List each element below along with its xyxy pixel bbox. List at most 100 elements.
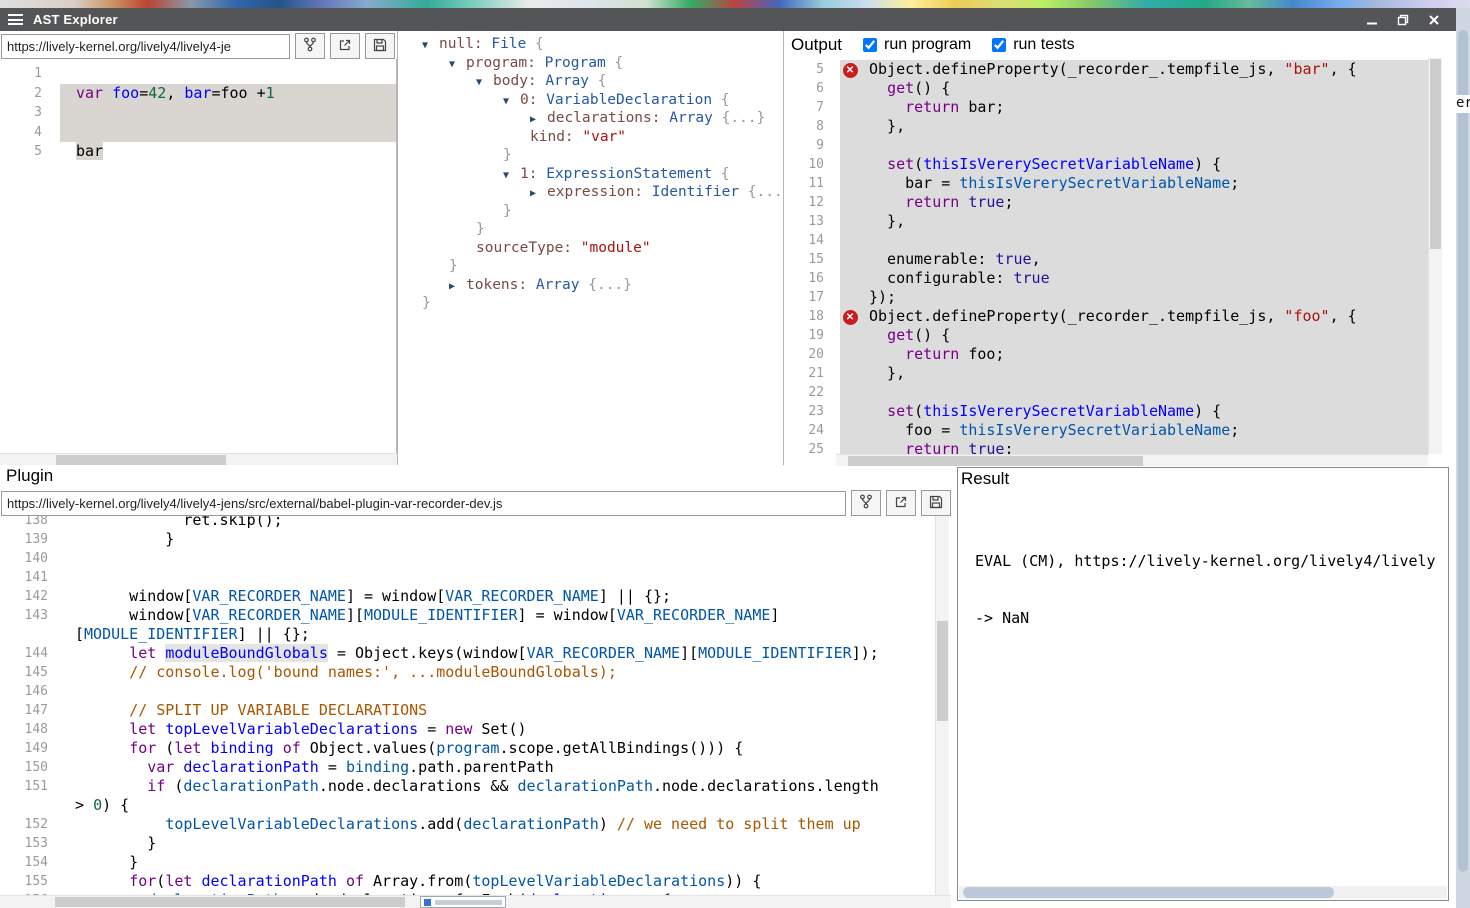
window-vertical-scrollbar[interactable] [1456, 8, 1470, 908]
code-line[interactable]: 3 [0, 103, 396, 123]
code-line[interactable]: > 0) { [0, 796, 935, 815]
scrollbar-thumb[interactable] [848, 456, 1143, 466]
error-icon[interactable]: ✕ [843, 310, 858, 325]
code-line[interactable]: 21 }, [784, 364, 1428, 383]
ast-node[interactable]: } [398, 220, 783, 239]
plugin-save-button[interactable] [921, 490, 951, 516]
code-line[interactable]: 13 }, [784, 212, 1428, 231]
plugin-editor[interactable]: 138 ret.skip();139 }140141142 window[VAR… [0, 516, 935, 895]
plugin-open-external-button[interactable] [886, 490, 916, 516]
source-url-input[interactable] [1, 34, 290, 59]
source-editor[interactable]: 12var foo=42, bar=foo +1345bar [0, 59, 397, 453]
scrollbar-thumb[interactable] [56, 455, 226, 465]
ast-tree-pane[interactable]: ▼null: File {▼program: Program {▼body: A… [397, 31, 784, 465]
ast-node[interactable]: ▶expression: Identifier {...} [398, 183, 783, 202]
code-line[interactable]: 149 for (let binding of Object.values(pr… [0, 739, 935, 758]
code-line[interactable]: 141 [0, 568, 935, 587]
code-line[interactable]: 8 }, [784, 117, 1428, 136]
ast-node[interactable]: } [398, 202, 783, 221]
code-line[interactable]: [MODULE_IDENTIFIER] || {}; [0, 625, 935, 644]
plugin-vertical-scrollbar[interactable] [935, 516, 949, 895]
ast-node[interactable]: ▶declarations: Array {...} [398, 109, 783, 128]
code-line[interactable]: 151 if (declarationPath.node.declaration… [0, 777, 935, 796]
menu-icon[interactable] [8, 14, 23, 25]
code-line[interactable]: 153 } [0, 834, 935, 853]
ast-node[interactable]: kind: "var" [398, 128, 783, 147]
code-line[interactable]: 11 bar = thisIsVererySecretVariableName; [784, 174, 1428, 193]
code-line[interactable]: 20 return foo; [784, 345, 1428, 364]
code-line[interactable]: 150 var declarationPath = binding.path.p… [0, 758, 935, 777]
code-line[interactable]: 148 let topLevelVariableDeclarations = n… [0, 720, 935, 739]
code-line[interactable]: 7 return bar; [784, 98, 1428, 117]
plugin-branch-button[interactable] [851, 490, 881, 516]
code-line[interactable]: 146 [0, 682, 935, 701]
code-line[interactable]: 139 } [0, 530, 935, 549]
code-line[interactable]: 17}); [784, 288, 1428, 307]
expand-arrow-icon[interactable]: ▶ [530, 111, 547, 130]
result-horizontal-scrollbar[interactable] [959, 886, 1447, 899]
output-horizontal-scrollbar[interactable] [836, 454, 1428, 466]
plugin-url-input[interactable] [1, 491, 846, 516]
code-line[interactable]: 147 // SPLIT UP VARIABLE DECLARATIONS [0, 701, 935, 720]
ast-node[interactable]: ▼body: Array { [398, 72, 783, 91]
ast-node[interactable]: ▼0: VariableDeclaration { [398, 91, 783, 110]
code-line[interactable]: 145 // console.log('bound names:', ...mo… [0, 663, 935, 682]
expand-arrow-icon[interactable]: ▶ [530, 185, 547, 204]
code-line[interactable]: 6 get() { [784, 79, 1428, 98]
code-line[interactable]: 152 topLevelVariableDeclarations.add(dec… [0, 815, 935, 834]
run-program-checkbox[interactable] [863, 38, 877, 52]
code-line[interactable]: 5✕Object.defineProperty(_recorder_.tempf… [784, 60, 1428, 79]
ast-node[interactable]: ▼null: File { [398, 35, 783, 54]
ast-node[interactable]: } [398, 294, 783, 313]
close-button[interactable] [1427, 14, 1441, 26]
run-tests-checkbox[interactable] [992, 38, 1006, 52]
scrollbar-thumb[interactable] [1430, 59, 1441, 249]
collapse-arrow-icon[interactable]: ▼ [422, 37, 439, 56]
code-line[interactable]: 2var foo=42, bar=foo +1 [0, 84, 396, 104]
code-line[interactable]: 19 get() { [784, 326, 1428, 345]
ast-node[interactable]: } [398, 146, 783, 165]
code-line[interactable]: 22 [784, 383, 1428, 402]
code-line[interactable]: 1 [0, 64, 396, 84]
save-button[interactable] [365, 33, 395, 59]
code-line[interactable]: 155 for(let declarationPath of Array.fro… [0, 872, 935, 891]
run-program-toggle[interactable]: run program [863, 36, 971, 54]
code-line[interactable]: 5bar [0, 142, 396, 162]
source-horizontal-scrollbar[interactable] [0, 453, 397, 465]
output-editor[interactable]: 5✕Object.defineProperty(_recorder_.tempf… [784, 58, 1428, 454]
ast-node[interactable]: ▶tokens: Array {...} [398, 276, 783, 295]
code-line[interactable]: 154 } [0, 853, 935, 872]
code-line[interactable]: 144 let moduleBoundGlobals = Object.keys… [0, 644, 935, 663]
scrollbar-thumb[interactable] [55, 897, 405, 907]
window-titlebar[interactable]: AST Explorer [0, 8, 1456, 31]
scrollbar-thumb[interactable] [963, 887, 1334, 898]
code-line[interactable]: 23 set(thisIsVererySecretVariableName) { [784, 402, 1428, 421]
run-tests-toggle[interactable]: run tests [992, 36, 1074, 54]
code-line[interactable]: 24 foo = thisIsVererySecretVariableName; [784, 421, 1428, 440]
collapse-arrow-icon[interactable]: ▼ [503, 93, 520, 112]
minimize-button[interactable] [1365, 14, 1379, 26]
maximize-button[interactable] [1396, 14, 1410, 26]
code-line[interactable]: 142 window[VAR_RECORDER_NAME] = window[V… [0, 587, 935, 606]
code-line[interactable]: 18✕Object.defineProperty(_recorder_.temp… [784, 307, 1428, 326]
ast-node[interactable]: ▼program: Program { [398, 54, 783, 73]
code-line[interactable]: 12 return true; [784, 193, 1428, 212]
collapse-arrow-icon[interactable]: ▼ [476, 74, 493, 93]
bottom-edge-fragment[interactable] [420, 896, 506, 908]
scrollbar-thumb[interactable] [1458, 30, 1468, 872]
code-line[interactable]: 143 window[VAR_RECORDER_NAME][MODULE_IDE… [0, 606, 935, 625]
code-line[interactable]: 10 set(thisIsVererySecretVariableName) { [784, 155, 1428, 174]
ast-node[interactable]: sourceType: "module" [398, 239, 783, 258]
output-vertical-scrollbar[interactable] [1428, 58, 1442, 454]
open-external-button[interactable] [330, 33, 360, 59]
ast-node[interactable]: } [398, 257, 783, 276]
collapse-arrow-icon[interactable]: ▼ [503, 167, 520, 186]
code-line[interactable]: 16 configurable: true [784, 269, 1428, 288]
code-line[interactable]: 140 [0, 549, 935, 568]
error-icon[interactable]: ✕ [843, 63, 858, 78]
code-line[interactable]: 15 enumerable: true, [784, 250, 1428, 269]
expand-arrow-icon[interactable]: ▶ [449, 278, 466, 297]
scrollbar-thumb[interactable] [937, 621, 948, 721]
ast-node[interactable]: ▼1: ExpressionStatement { [398, 165, 783, 184]
branch-button[interactable] [295, 33, 325, 59]
